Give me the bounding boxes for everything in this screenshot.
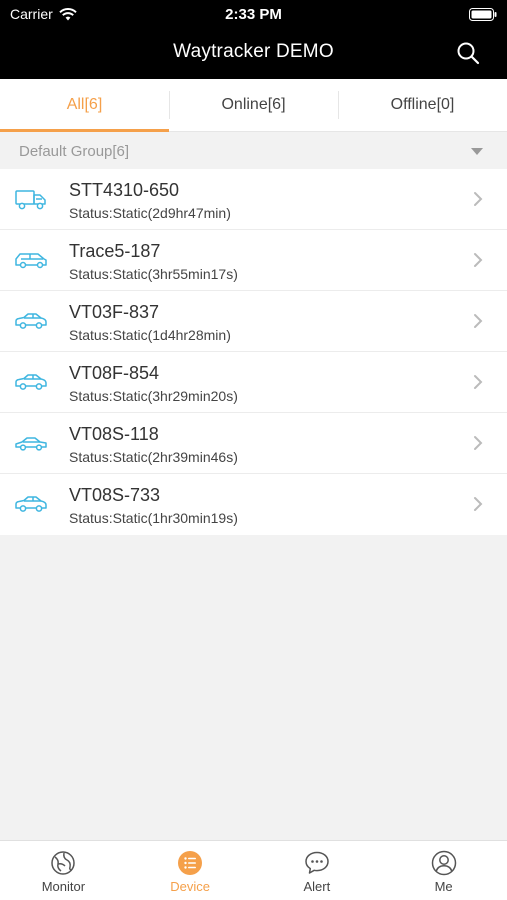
filter-tabs: All[6] Online[6] Offline[0] xyxy=(0,79,507,132)
caret-down-icon xyxy=(471,148,483,155)
tab-offline[interactable]: Offline[0] xyxy=(338,79,507,131)
chevron-right-icon xyxy=(474,253,483,267)
device-row[interactable]: Trace5-187 Status:Static(3hr55min17s) xyxy=(0,230,507,291)
device-list: STT4310-650 Status:Static(2d9hr47min) Tr… xyxy=(0,169,507,535)
tab-online[interactable]: Online[6] xyxy=(169,79,338,131)
tabbar-item-me[interactable]: Me xyxy=(380,841,507,900)
device-row[interactable]: VT08S-118 Status:Static(2hr39min46s) xyxy=(0,413,507,474)
tab-all[interactable]: All[6] xyxy=(0,79,169,132)
chevron-right-icon xyxy=(474,436,483,450)
chat-bubble-icon xyxy=(305,851,329,874)
globe-icon xyxy=(51,851,76,875)
chevron-right-icon xyxy=(474,497,483,511)
tabbar-label: Alert xyxy=(303,879,331,894)
page-title: Waytracker DEMO xyxy=(173,41,334,62)
device-status: Status:Static(3hr29min20s) xyxy=(69,388,238,404)
device-name: VT08S-118 xyxy=(69,424,159,444)
truck-icon xyxy=(15,190,46,210)
suv-icon xyxy=(15,253,47,269)
tabbar-item-monitor[interactable]: Monitor xyxy=(0,841,127,900)
chevron-right-icon xyxy=(474,192,483,206)
device-name: STT4310-650 xyxy=(69,180,180,200)
chevron-right-icon xyxy=(474,375,483,389)
tabbar-label: Me xyxy=(434,879,453,894)
device-name: VT08S-733 xyxy=(69,485,161,505)
bottom-tab-bar: Monitor Device Alert Me xyxy=(0,840,507,900)
device-status: Status:Static(1hr30min19s) xyxy=(69,510,238,526)
tabbar-label: Monitor xyxy=(41,879,86,894)
group-header[interactable]: Default Group[6] xyxy=(0,133,507,169)
status-bar: Carrier 2:33 PM xyxy=(0,0,507,28)
device-name: VT08F-854 xyxy=(69,363,160,383)
tabbar-item-alert[interactable]: Alert xyxy=(254,841,381,900)
car-icon xyxy=(15,374,47,390)
list-icon xyxy=(178,851,203,875)
app-header: Carrier 2:33 PM Waytracker DEMO xyxy=(0,0,507,79)
clock: 2:33 PM xyxy=(225,6,282,23)
car-icon xyxy=(15,496,47,512)
tabbar-item-device[interactable]: Device xyxy=(127,841,254,900)
device-row[interactable]: VT08F-854 Status:Static(3hr29min20s) xyxy=(0,352,507,413)
device-status: Status:Static(2d9hr47min) xyxy=(69,205,231,221)
chevron-right-icon xyxy=(474,314,483,328)
title-bar: Waytracker DEMO xyxy=(0,28,507,79)
device-status: Status:Static(3hr55min17s) xyxy=(69,266,238,282)
user-icon xyxy=(431,850,456,876)
car-icon xyxy=(15,313,47,329)
group-label: Default Group[6] xyxy=(19,142,130,160)
device-row[interactable]: VT03F-837 Status:Static(1d4hr28min) xyxy=(0,291,507,352)
sedan-icon xyxy=(15,437,47,451)
device-name: VT03F-837 xyxy=(69,302,160,322)
device-name: Trace5-187 xyxy=(69,241,161,261)
device-row[interactable]: STT4310-650 Status:Static(2d9hr47min) xyxy=(0,169,507,230)
device-status: Status:Static(1d4hr28min) xyxy=(69,327,231,343)
device-row[interactable]: VT08S-733 Status:Static(1hr30min19s) xyxy=(0,474,507,535)
battery-icon xyxy=(469,8,497,21)
tabbar-label: Device xyxy=(170,879,210,894)
search-icon[interactable] xyxy=(455,40,481,66)
device-status: Status:Static(2hr39min46s) xyxy=(69,449,238,465)
